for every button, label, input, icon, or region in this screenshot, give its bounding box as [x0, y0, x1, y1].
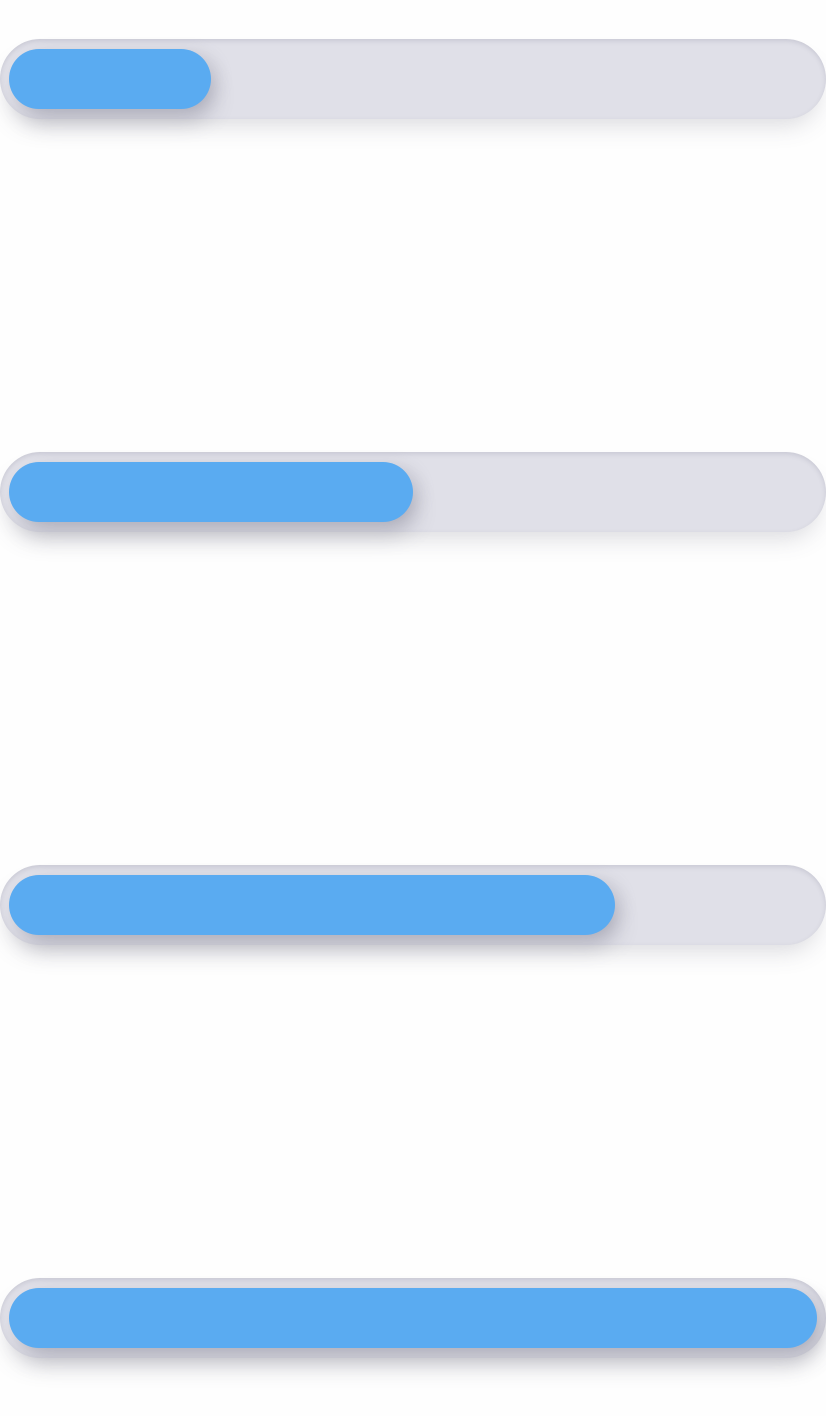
progress-bar-1 — [0, 39, 826, 119]
progress-fill — [9, 875, 615, 935]
progress-fill — [9, 462, 413, 522]
progress-fill — [9, 1288, 817, 1348]
progress-bar-2 — [0, 452, 826, 532]
progress-bar-4 — [0, 1278, 826, 1358]
progress-bar-3 — [0, 865, 826, 945]
progress-fill — [9, 49, 211, 109]
